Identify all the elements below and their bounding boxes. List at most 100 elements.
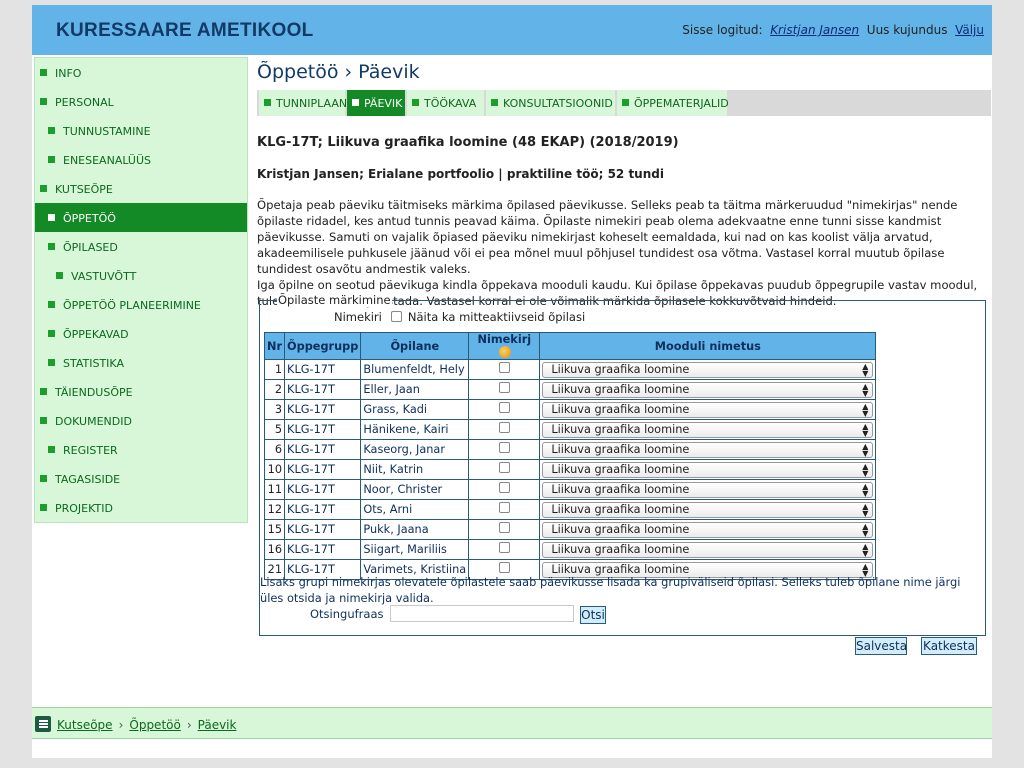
- module-select[interactable]: Liikuva graafika loomine ▲ ▼: [542, 441, 874, 458]
- module-select[interactable]: Liikuva graafika loomine ▲ ▼: [542, 401, 874, 418]
- in-list-checkbox[interactable]: [498, 422, 510, 433]
- user-link[interactable]: Kristjan Jansen: [770, 23, 859, 37]
- sidebar-item[interactable]: PROJEKTID: [35, 493, 247, 522]
- sidebar-item[interactable]: TUNNUSTAMINE: [35, 116, 247, 145]
- bullet-icon: [40, 98, 47, 105]
- row-in-list-cell: [468, 539, 541, 560]
- module-select[interactable]: Liikuva graafika loomine ▲ ▼: [542, 381, 874, 398]
- module-select-value: Liikuva graafika loomine: [551, 443, 690, 456]
- cancel-button[interactable]: Katkesta: [921, 637, 977, 655]
- module-select[interactable]: Liikuva graafika loomine ▲ ▼: [542, 521, 874, 538]
- module-select-value: Liikuva graafika loomine: [551, 423, 690, 436]
- save-button[interactable]: Salvesta: [855, 637, 907, 655]
- table-row: 6 KLG-17T Kaseorg, Janar Liikuva graafika l…: [263, 439, 877, 460]
- row-in-list-cell: [468, 379, 541, 400]
- tab[interactable]: PÄEVIK: [347, 90, 405, 116]
- in-list-checkbox[interactable]: [498, 442, 510, 453]
- module-select[interactable]: Liikuva graafika loomine ▲ ▼: [542, 481, 874, 498]
- in-list-checkbox[interactable]: [498, 522, 510, 533]
- row-student-name: Pukk, Jaana: [360, 519, 470, 540]
- user-bar: Sisse logitud: Kristjan Jansen Uus kujun…: [682, 23, 984, 37]
- module-select[interactable]: Liikuva graafika loomine ▲ ▼: [542, 501, 874, 518]
- magic-wand-icon[interactable]: [498, 346, 511, 358]
- in-list-checkbox[interactable]: [498, 542, 510, 553]
- in-list-checkbox[interactable]: [498, 482, 510, 493]
- sidebar-item[interactable]: DOKUMENDID: [35, 406, 247, 435]
- sidebar-item[interactable]: ÕPILASED: [35, 232, 247, 261]
- module-select-value: Liikuva graafika loomine: [551, 463, 690, 476]
- table-row: 15 KLG-17T Pukk, Jaana Liikuva graafika loo…: [263, 519, 877, 540]
- select-arrows-icon: ▲ ▼: [862, 381, 869, 398]
- sidebar-item-label: PERSONAL: [55, 96, 114, 109]
- module-select-value: Liikuva graafika loomine: [551, 483, 690, 496]
- show-inactive-label: Näita ka mitteaktiivseid õpilasi: [407, 310, 586, 324]
- in-list-checkbox[interactable]: [498, 402, 510, 413]
- select-arrows-icon: ▲ ▼: [862, 481, 869, 498]
- row-group: KLG-17T: [284, 419, 362, 440]
- sidebar-item[interactable]: ÕPPETÖÖ PLANEERIMINE: [35, 290, 247, 319]
- sidebar-item[interactable]: TAGASISIDE: [35, 464, 247, 493]
- row-module-cell: Liikuva graafika loomine ▲ ▼: [539, 379, 877, 400]
- sidebar-item[interactable]: ÕPPETÖÖ: [35, 203, 247, 232]
- course-heading: KLG-17T; Liikuva graafika loomine (48 EK…: [257, 135, 679, 150]
- row-number: 12: [263, 499, 286, 520]
- sidebar-item[interactable]: TÄIENDUSÕPE: [35, 377, 247, 406]
- row-number: 16: [263, 539, 286, 560]
- sidebar-item[interactable]: VASTUVÕTT: [35, 261, 247, 290]
- row-in-list-cell: [468, 419, 541, 440]
- sidebar-item-label: ÕPPETÖÖ PLANEERIMINE: [63, 299, 201, 312]
- tab[interactable]: TÖÖKAVA: [407, 90, 484, 116]
- sidebar-item[interactable]: STATISTIKA: [35, 348, 247, 377]
- bullet-icon: [48, 301, 55, 308]
- module-select[interactable]: Liikuva graafika loomine ▲ ▼: [542, 361, 874, 378]
- row-module-cell: Liikuva graafika loomine ▲ ▼: [539, 359, 877, 380]
- sidebar-item-label: TÄIENDUSÕPE: [55, 386, 133, 399]
- tab-label: TUNNIPLAAN: [276, 97, 348, 110]
- logout-link[interactable]: Välju: [955, 23, 984, 37]
- tab[interactable]: TUNNIPLAAN: [259, 90, 348, 116]
- show-inactive-checkbox[interactable]: [390, 311, 402, 322]
- sidebar-item[interactable]: INFO: [35, 58, 247, 87]
- breadcrumb-separator: ›: [118, 718, 124, 732]
- tab[interactable]: ÕPPEMATERJALID: [617, 90, 729, 116]
- breadcrumb-link-paevik[interactable]: Päevik: [198, 718, 237, 732]
- in-list-checkbox[interactable]: [498, 362, 510, 373]
- sidebar-item-label: ÕPPETÖÖ: [63, 212, 116, 225]
- bullet-icon: [56, 272, 63, 279]
- row-module-cell: Liikuva graafika loomine ▲ ▼: [539, 519, 877, 540]
- theme-label: Uus kujundus: [866, 23, 948, 37]
- tab[interactable]: KONSULTATSIOONID: [486, 90, 615, 116]
- module-select[interactable]: Liikuva graafika loomine ▲ ▼: [542, 421, 874, 438]
- row-module-cell: Liikuva graafika loomine ▲ ▼: [539, 439, 877, 460]
- breadcrumb-separator: ›: [186, 718, 192, 732]
- in-list-checkbox[interactable]: [498, 462, 510, 473]
- row-group: KLG-17T: [284, 479, 362, 500]
- module-select[interactable]: Liikuva graafika loomine ▲ ▼: [542, 541, 874, 558]
- fieldset-legend: Õpilaste märkimine: [277, 293, 392, 307]
- sidebar-item[interactable]: ÕPPEKAVAD: [35, 319, 247, 348]
- row-student-name: Blumenfeldt, Hely: [360, 359, 470, 380]
- sidebar-item[interactable]: REGISTER: [35, 435, 247, 464]
- bullet-icon: [40, 185, 47, 192]
- in-list-checkbox[interactable]: [498, 502, 510, 513]
- breadcrumb-link-oppetoo[interactable]: Õppetöö: [129, 718, 180, 732]
- breadcrumb-link-kutseope[interactable]: Kutseõpe: [57, 718, 113, 732]
- module-select[interactable]: Liikuva graafika loomine ▲ ▼: [542, 461, 874, 478]
- table-row: 11 KLG-17T Noor, Christer Liikuva graafika …: [263, 479, 877, 500]
- sidebar-item[interactable]: ENESEANALÜÜS: [35, 145, 247, 174]
- col-header-in-list[interactable]: Nimekirj: [468, 332, 541, 360]
- search-input[interactable]: [390, 605, 574, 622]
- students-table: Nr Õppegrupp Õpilane Nimekirj Mooduli ni…: [263, 332, 877, 580]
- bullet-icon: [40, 69, 47, 76]
- sidebar-item[interactable]: PERSONAL: [35, 87, 247, 116]
- row-student-name: Noor, Christer: [360, 479, 470, 500]
- module-select-value: Liikuva graafika loomine: [551, 363, 690, 376]
- sidebar-item[interactable]: KUTSEÕPE: [35, 174, 247, 203]
- search-button[interactable]: Otsi: [580, 606, 606, 624]
- in-list-checkbox[interactable]: [498, 562, 510, 573]
- in-list-checkbox[interactable]: [498, 382, 510, 393]
- row-in-list-cell: [468, 359, 541, 380]
- row-in-list-cell: [468, 499, 541, 520]
- tab-label: TÖÖKAVA: [424, 97, 477, 110]
- row-number: 5: [263, 419, 286, 440]
